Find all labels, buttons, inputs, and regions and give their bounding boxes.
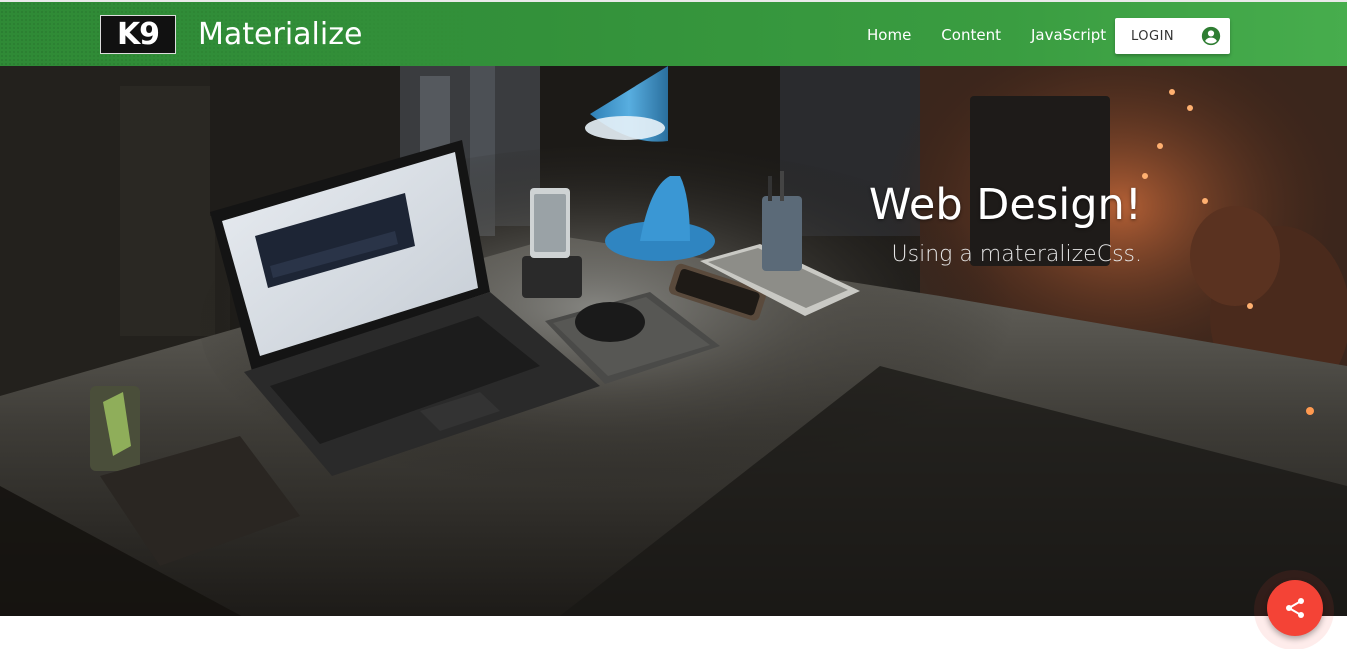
hero-banner: Web Design! Using a materalizeCss.	[0, 66, 1347, 616]
hero-background-image	[0, 66, 1347, 616]
hero-subtitle: Using a materalizeCss.	[891, 242, 1142, 267]
account-circle-icon	[1201, 26, 1221, 46]
hero-title: Web Design!	[868, 180, 1142, 230]
nav-link-javascript[interactable]: JavaScript	[1016, 26, 1121, 44]
nav-link-content[interactable]: Content	[926, 26, 1016, 44]
brand-title[interactable]: Materialize	[198, 17, 362, 52]
page: K9 Materialize Home Content JavaScript L…	[0, 0, 1347, 649]
logo[interactable]: K9	[100, 15, 176, 54]
logo-text: K9	[116, 17, 160, 52]
login-button[interactable]: LOGIN	[1115, 18, 1230, 54]
share-fab-button[interactable]	[1267, 580, 1323, 636]
nav-links: Home Content JavaScript	[852, 2, 1121, 68]
login-label: LOGIN	[1131, 28, 1175, 44]
navbar: K9 Materialize Home Content JavaScript L…	[0, 0, 1347, 66]
nav-link-home[interactable]: Home	[852, 26, 926, 44]
hero-caption: Web Design! Using a materalizeCss.	[869, 180, 1142, 267]
share-icon	[1286, 598, 1304, 618]
